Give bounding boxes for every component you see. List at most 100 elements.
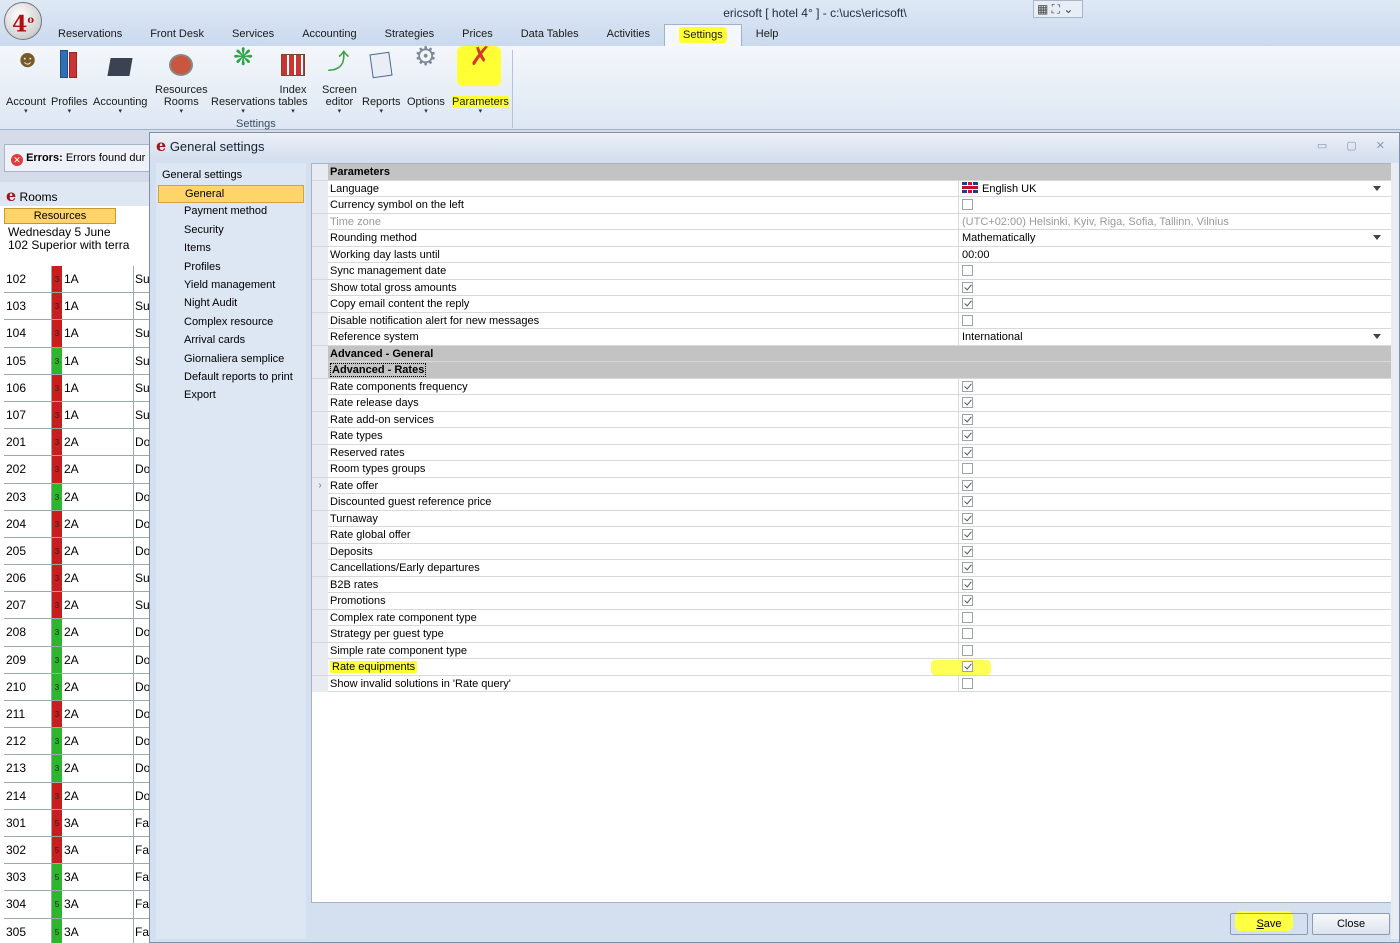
setting-row[interactable]: Rate equipments	[312, 659, 1396, 676]
setting-row[interactable]: Reserved rates	[312, 444, 1396, 461]
setting-checkbox[interactable]	[962, 562, 973, 573]
setting-checkbox[interactable]	[962, 578, 973, 590]
setting-value[interactable]	[959, 527, 1389, 543]
setting-row[interactable]: Turnaway	[312, 510, 1396, 527]
setting-checkbox[interactable]	[962, 677, 973, 689]
setting-value[interactable]	[959, 544, 1389, 560]
setting-checkbox[interactable]	[962, 496, 973, 507]
nav-item-complex-resource[interactable]: Complex resource	[158, 314, 304, 332]
room-row[interactable]: 212 3 2A Do	[4, 728, 149, 756]
setting-row[interactable]: Copy email content the reply	[312, 296, 1396, 313]
setting-checkbox[interactable]	[962, 281, 973, 293]
setting-value[interactable]	[959, 478, 1389, 494]
setting-value[interactable]: Mathematically	[959, 230, 1389, 246]
setting-checkbox[interactable]	[962, 644, 973, 656]
room-row[interactable]: 202 3 2A Do	[4, 456, 149, 484]
menu-item-activities[interactable]: Activities	[593, 24, 664, 46]
room-row[interactable]: 203 3 2A Do	[4, 483, 149, 511]
setting-value[interactable]	[959, 643, 1389, 659]
setting-checkbox[interactable]	[962, 661, 973, 672]
setting-value[interactable]	[959, 560, 1389, 576]
setting-checkbox[interactable]	[962, 298, 973, 309]
setting-checkbox[interactable]	[962, 314, 973, 326]
setting-row[interactable]: Working day lasts until 00:00	[312, 246, 1396, 263]
menu-item-data-tables[interactable]: Data Tables	[507, 24, 593, 46]
room-row[interactable]: 213 3 2A Do	[4, 755, 149, 783]
setting-row[interactable]: › Rate offer	[312, 477, 1396, 494]
setting-row[interactable]: Rate release days	[312, 395, 1396, 412]
menu-item-reservations[interactable]: Reservations	[44, 24, 136, 46]
setting-checkbox[interactable]	[962, 479, 973, 491]
room-row[interactable]: 201 3 2A Do	[4, 429, 149, 457]
setting-row[interactable]: Currency symbol on the left	[312, 197, 1396, 214]
setting-value[interactable]	[959, 461, 1389, 477]
menu-item-settings[interactable]: Settings	[664, 24, 742, 46]
ribbon-button-account[interactable]: ☻ Account ▾	[6, 48, 46, 116]
room-row[interactable]: 305 5 3A Fa	[4, 918, 149, 943]
setting-value[interactable]	[959, 313, 1389, 329]
setting-row[interactable]: Time zone (UTC+02:00) Helsinki, Kyiv, Rig…	[312, 213, 1396, 230]
dropdown-arrow-icon[interactable]	[1373, 235, 1381, 240]
setting-value[interactable]	[959, 494, 1389, 510]
nav-item-yield-management[interactable]: Yield management	[158, 277, 304, 295]
ribbon-button-options[interactable]: ⚙ Options ▾	[407, 43, 445, 116]
setting-checkbox[interactable]	[962, 628, 973, 639]
room-row[interactable]: 102 3 1A Su	[4, 266, 149, 294]
setting-row[interactable]: Show invalid solutions in 'Rate query'	[312, 675, 1396, 692]
setting-row[interactable]: B2B rates	[312, 576, 1396, 593]
room-row[interactable]: 214 3 2A Do	[4, 782, 149, 810]
setting-row[interactable]: Sync management date	[312, 263, 1396, 280]
close-button[interactable]: Close	[1312, 913, 1390, 935]
setting-value[interactable]: International	[959, 329, 1389, 345]
menu-item-services[interactable]: Services	[218, 24, 288, 46]
room-row[interactable]: 204 3 2A Do	[4, 510, 149, 538]
menu-item-front-desk[interactable]: Front Desk	[136, 24, 218, 46]
errors-bar[interactable]: ✕ Errors: Errors found dur	[4, 144, 150, 172]
title-tools[interactable]: ▦ ⛶ ⌄	[1033, 0, 1083, 18]
setting-row[interactable]: Rounding method Mathematically	[312, 230, 1396, 247]
setting-checkbox[interactable]	[962, 413, 973, 425]
nav-item-security[interactable]: Security	[158, 222, 304, 240]
nav-item-export[interactable]: Export	[158, 387, 304, 405]
setting-value[interactable]	[959, 676, 1389, 692]
nav-item-default-reports-to-print[interactable]: Default reports to print	[158, 369, 304, 387]
dialog-window-controls[interactable]: ▭ ▢ ✕	[1317, 139, 1393, 152]
room-row[interactable]: 207 3 2A Su	[4, 592, 149, 620]
setting-checkbox[interactable]	[962, 545, 973, 557]
setting-checkbox[interactable]	[962, 397, 973, 408]
setting-checkbox[interactable]	[962, 595, 973, 606]
nav-item-payment-method[interactable]: Payment method	[158, 203, 304, 221]
setting-row[interactable]: Reference system International	[312, 329, 1396, 346]
setting-value[interactable]	[959, 445, 1389, 461]
room-row[interactable]: 104 3 1A Su	[4, 320, 149, 348]
save-button[interactable]: Save	[1230, 913, 1308, 935]
room-row[interactable]: 106 3 1A Su	[4, 374, 149, 402]
room-row[interactable]: 107 3 1A Su	[4, 401, 149, 430]
room-row[interactable]: 211 3 2A Do	[4, 701, 149, 729]
room-row[interactable]: 208 3 2A Do	[4, 619, 149, 647]
nav-item-night-audit[interactable]: Night Audit	[158, 295, 304, 313]
setting-row[interactable]: Show total gross amounts	[312, 279, 1396, 296]
room-row[interactable]: 302 5 3A Fa	[4, 836, 149, 865]
setting-value[interactable]	[959, 412, 1389, 428]
menu-item-help[interactable]: Help	[742, 24, 793, 46]
room-row[interactable]: 210 3 2A Do	[4, 673, 149, 701]
setting-row[interactable]: Simple rate component type	[312, 642, 1396, 659]
setting-row[interactable]: Cancellations/Early departures	[312, 560, 1396, 577]
setting-checkbox[interactable]	[962, 463, 973, 474]
nav-item-items[interactable]: Items	[158, 240, 304, 258]
setting-value[interactable]	[959, 626, 1389, 642]
setting-row[interactable]: Promotions	[312, 593, 1396, 610]
setting-checkbox[interactable]	[962, 380, 973, 392]
setting-value[interactable]	[959, 197, 1389, 213]
setting-checkbox[interactable]	[962, 512, 973, 524]
setting-checkbox[interactable]	[962, 430, 973, 441]
room-row[interactable]: 103 3 1A Su	[4, 293, 149, 321]
setting-value[interactable]	[959, 379, 1389, 395]
setting-row[interactable]: Rate components frequency	[312, 378, 1396, 395]
setting-value[interactable]	[959, 395, 1389, 411]
setting-value[interactable]	[959, 280, 1389, 296]
setting-value[interactable]	[959, 263, 1389, 279]
setting-row[interactable]: Discounted guest reference price	[312, 494, 1396, 511]
room-row[interactable]: 209 3 2A Do	[4, 646, 149, 674]
